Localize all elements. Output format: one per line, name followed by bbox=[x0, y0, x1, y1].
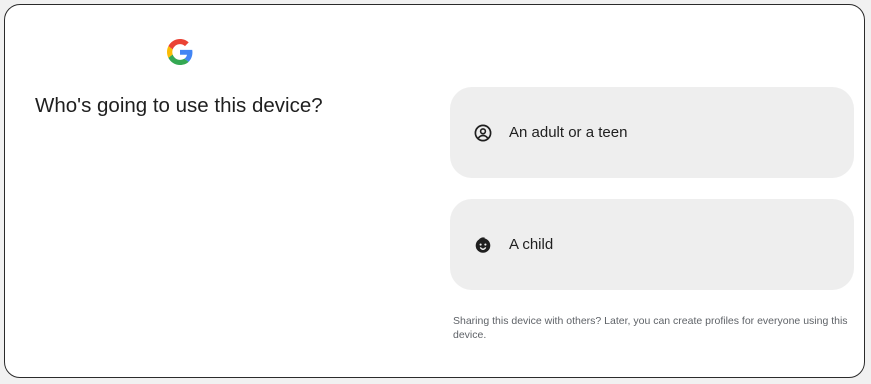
option-adult-or-teen[interactable]: An adult or a teen bbox=[450, 87, 854, 178]
google-logo-icon bbox=[167, 39, 193, 65]
option-child-label: A child bbox=[509, 236, 554, 253]
sharing-footnote: Sharing this device with others? Later, … bbox=[453, 315, 848, 341]
page-title: Who's going to use this device? bbox=[35, 94, 323, 117]
account-circle-icon bbox=[474, 124, 492, 142]
option-child[interactable]: A child bbox=[450, 199, 854, 290]
child-face-icon bbox=[474, 236, 492, 254]
setup-dialog: Who's going to use this device? An adult… bbox=[4, 4, 865, 378]
option-adult-label: An adult or a teen bbox=[509, 124, 628, 141]
